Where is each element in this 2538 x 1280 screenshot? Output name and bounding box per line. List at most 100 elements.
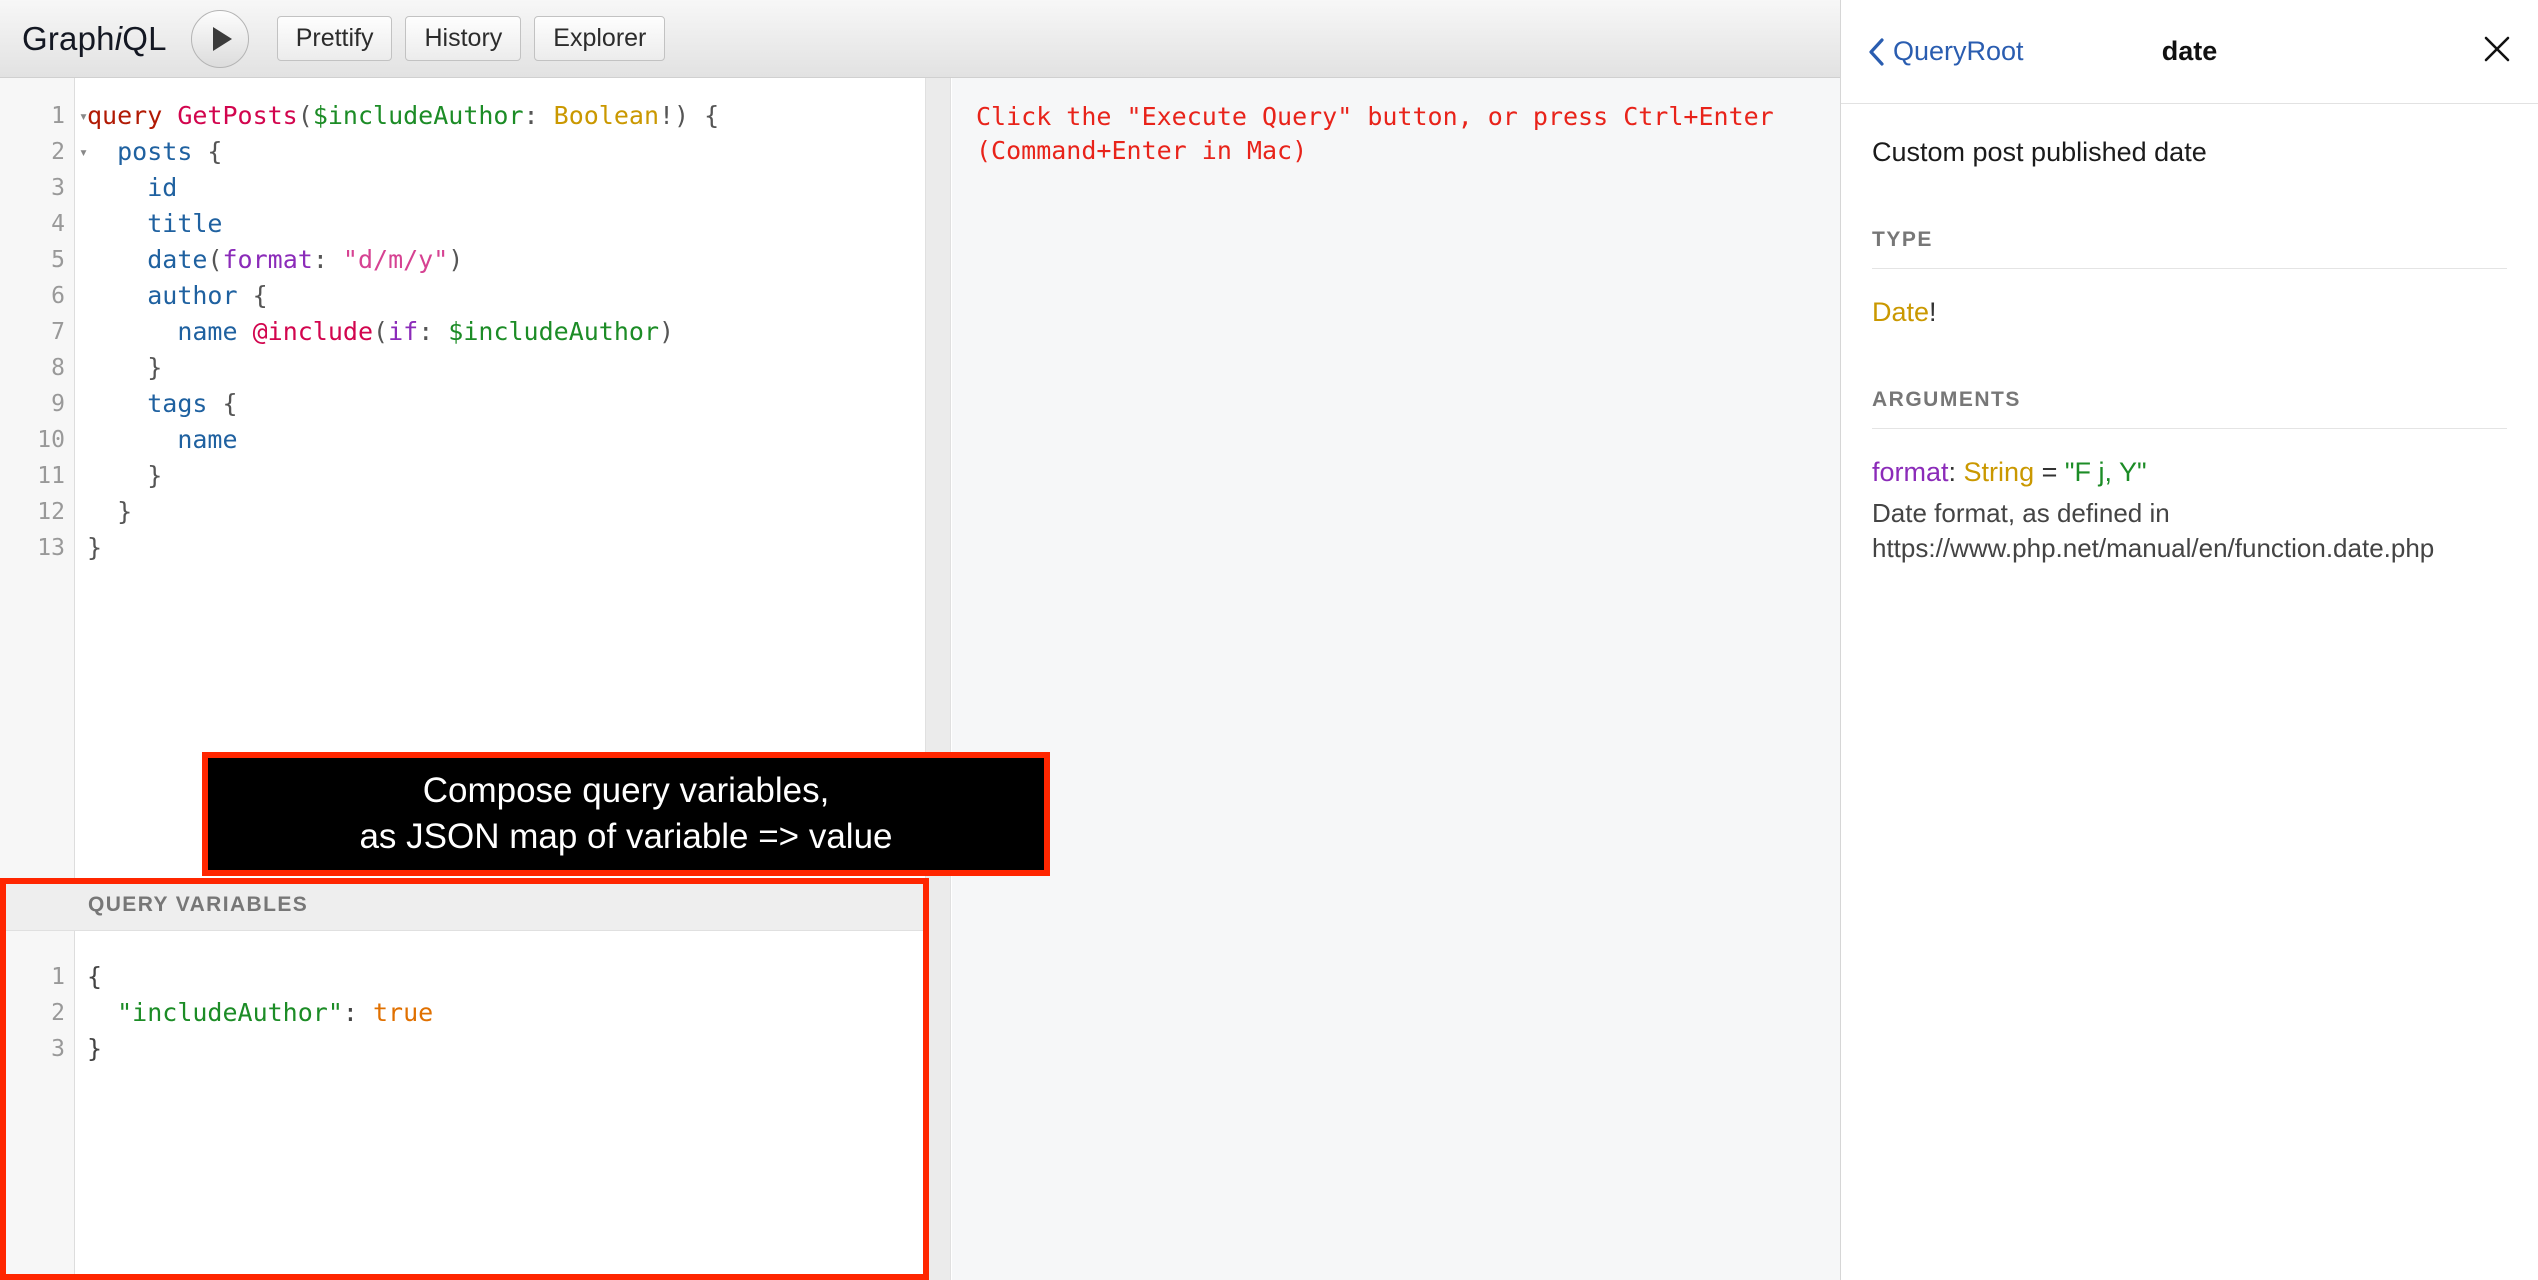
code-token: { bbox=[207, 389, 238, 418]
argument-description: Date format, as defined in https://www.p… bbox=[1872, 498, 2435, 563]
code-token: : bbox=[342, 998, 373, 1027]
code-line: query GetPosts($includeAuthor: Boolean!)… bbox=[87, 98, 925, 134]
docs-description: Custom post published date bbox=[1872, 137, 2207, 167]
docs-argument-signature: format: String = "F j, Y" bbox=[1872, 455, 2507, 490]
line-number: 8 bbox=[51, 355, 65, 381]
code-token: } bbox=[87, 353, 163, 382]
query-variables-panel[interactable]: QUERY VARIABLES 1 2 3 { "includeAuthor": t… bbox=[0, 878, 925, 1280]
code-token: } bbox=[87, 533, 103, 562]
line-number: 10 bbox=[37, 427, 65, 453]
callout-line-1: Compose query variables, bbox=[422, 771, 830, 810]
graphiql-app: GraphiQL Prettify History Explorer 1 ▾ 2 ▾ 3… bbox=[0, 0, 2538, 1280]
query-line-numbers: 1 ▾ 2 ▾ 3 4 5 6 7 8 9 10 11 12 13 bbox=[0, 78, 88, 878]
code-token: } bbox=[87, 461, 163, 490]
docs-back-label: QueryRoot bbox=[1893, 36, 2024, 66]
close-icon[interactable] bbox=[2482, 33, 2512, 71]
code-line: name @include(if: $includeAuthor) bbox=[87, 314, 925, 350]
variables-code[interactable]: { "includeAuthor": true} bbox=[75, 931, 925, 1280]
line-number: 12 bbox=[37, 499, 65, 525]
argument-type-link[interactable]: String bbox=[1964, 457, 2035, 487]
logo-prefix: Graph bbox=[22, 19, 115, 57]
line-number: 9 bbox=[51, 391, 65, 417]
code-token: : bbox=[523, 101, 554, 130]
editor-result-splitter[interactable] bbox=[925, 78, 951, 1280]
line-number: 2 ▾ bbox=[0, 134, 88, 170]
type-nonnull-marker: ! bbox=[1929, 297, 1937, 327]
fold-arrow-icon[interactable]: ▾ bbox=[79, 98, 88, 134]
code-token: $includeAuthor bbox=[448, 317, 660, 346]
history-label: History bbox=[424, 24, 503, 52]
line-number: 1 bbox=[51, 964, 65, 990]
code-line: } bbox=[87, 1031, 925, 1067]
code-line: { bbox=[87, 959, 925, 995]
explorer-button[interactable]: Explorer bbox=[534, 16, 666, 61]
code-token: } bbox=[87, 1034, 103, 1063]
code-token: date bbox=[147, 245, 208, 274]
code-token: @include bbox=[252, 317, 374, 346]
execute-query-button[interactable] bbox=[190, 9, 249, 68]
code-token: ) bbox=[659, 317, 675, 346]
docs-back-link[interactable]: QueryRoot bbox=[1867, 36, 2024, 67]
argument-default-value: "F j, Y" bbox=[2064, 457, 2147, 487]
annotation-callout: Compose query variables, as JSON map of … bbox=[202, 752, 1050, 876]
code-token: author bbox=[147, 281, 238, 310]
line-number: 6 bbox=[51, 283, 65, 309]
fold-arrow-icon[interactable]: ▾ bbox=[79, 134, 88, 170]
code-token: format bbox=[222, 245, 313, 274]
argument-colon: : bbox=[1948, 457, 1964, 487]
line-number: 11 bbox=[37, 463, 65, 489]
code-token: { bbox=[87, 962, 103, 991]
prettify-button[interactable]: Prettify bbox=[276, 16, 393, 61]
result-message: Click the "Execute Query" button, or pre… bbox=[976, 102, 1774, 165]
code-token: Boolean bbox=[553, 101, 659, 130]
play-icon bbox=[213, 26, 233, 51]
code-token: ( bbox=[373, 317, 389, 346]
code-token: posts bbox=[117, 137, 193, 166]
type-link-date[interactable]: Date bbox=[1872, 297, 1929, 327]
docs-body: Custom post published date TYPE Date! AR… bbox=[1841, 104, 2538, 596]
history-button[interactable]: History bbox=[405, 16, 522, 61]
code-token: : bbox=[312, 245, 343, 274]
code-token: } bbox=[87, 497, 133, 526]
code-token: query bbox=[87, 101, 163, 130]
docs-arguments-section-label: ARGUMENTS bbox=[1872, 388, 2507, 429]
logo-suffix: QL bbox=[122, 19, 167, 57]
code-line: } bbox=[87, 350, 925, 386]
code-token: true bbox=[373, 998, 434, 1027]
close-x-icon bbox=[2484, 36, 2510, 61]
graphiql-logo: GraphiQL bbox=[22, 20, 167, 58]
query-variables-title[interactable]: QUERY VARIABLES bbox=[0, 879, 925, 931]
code-token: GetPosts bbox=[177, 101, 298, 130]
code-token: ( bbox=[207, 245, 223, 274]
code-line: } bbox=[87, 494, 925, 530]
toolbar: GraphiQL Prettify History Explorer bbox=[0, 0, 1840, 78]
line-number: 13 bbox=[37, 535, 65, 561]
explorer-label: Explorer bbox=[553, 24, 647, 52]
code-line: date(format: "d/m/y") bbox=[87, 242, 925, 278]
code-line: } bbox=[87, 458, 925, 494]
code-token: if bbox=[388, 317, 419, 346]
code-token: title bbox=[147, 209, 223, 238]
code-token: ( bbox=[297, 101, 313, 130]
line-number: 3 bbox=[51, 1036, 65, 1062]
code-token: : bbox=[418, 317, 449, 346]
code-line: posts { bbox=[87, 134, 925, 170]
docs-type-value: Date! bbox=[1872, 295, 2507, 330]
code-token: { bbox=[192, 137, 223, 166]
line-number: 3 bbox=[51, 175, 65, 201]
code-token: $includeAuthor bbox=[312, 101, 524, 130]
code-token: "includeAuthor" bbox=[117, 998, 343, 1027]
code-line: author { bbox=[87, 278, 925, 314]
code-line: id bbox=[87, 170, 925, 206]
code-token: "d/m/y" bbox=[342, 245, 449, 274]
